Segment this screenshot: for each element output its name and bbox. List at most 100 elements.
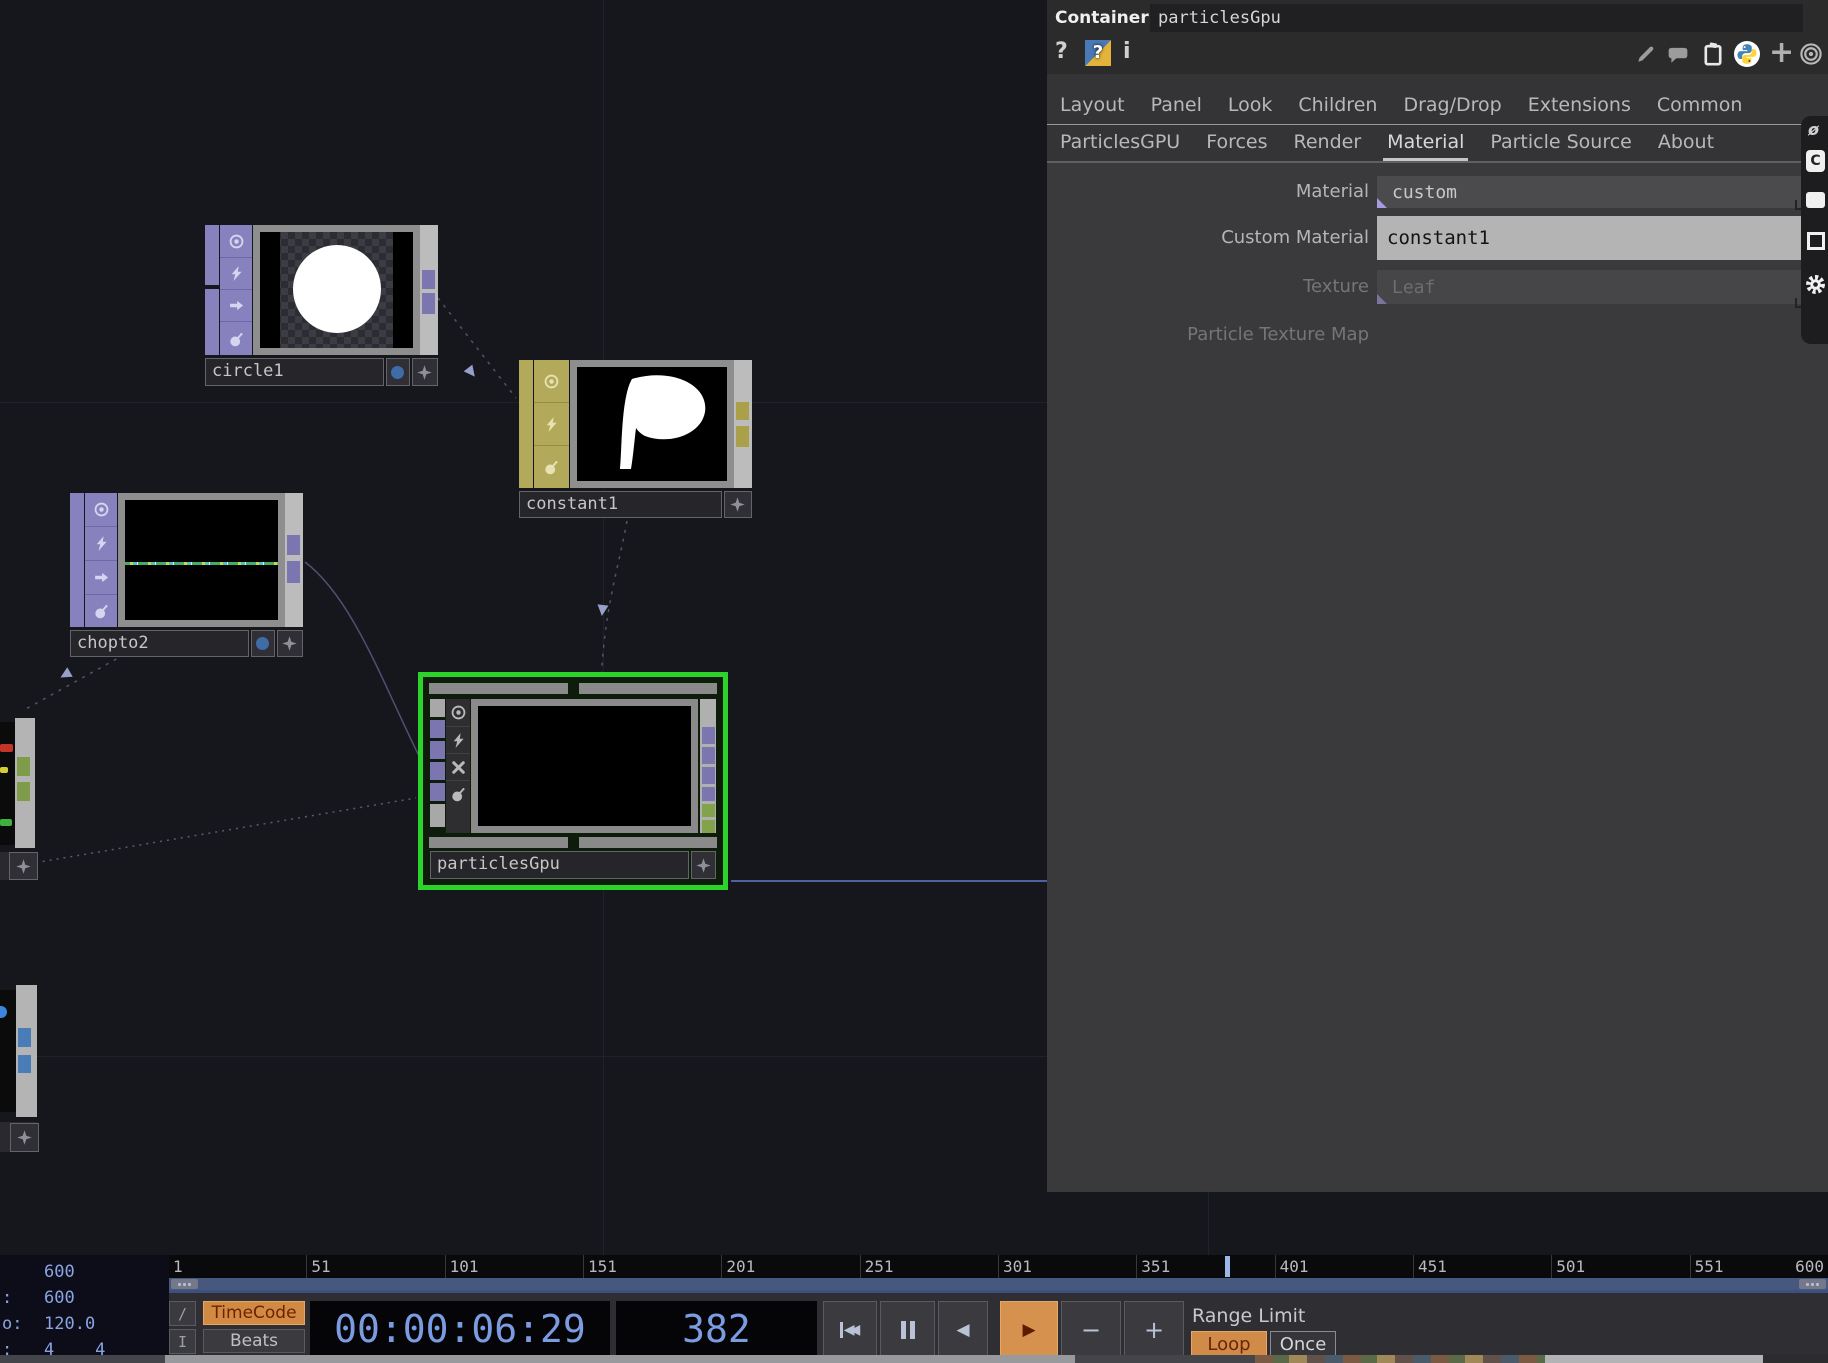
playhead[interactable] xyxy=(1225,1256,1230,1277)
outline-box-icon[interactable] xyxy=(1807,232,1825,250)
node-particlesGpu-selected[interactable]: particlesGpu xyxy=(418,672,728,890)
material-menu[interactable]: custom xyxy=(1377,176,1807,208)
viewer-flag-icon[interactable] xyxy=(534,360,569,403)
tab-look[interactable]: Look xyxy=(1228,94,1273,124)
target-icon[interactable] xyxy=(1799,42,1823,66)
node-viewer xyxy=(118,493,285,627)
node-viewer xyxy=(570,360,734,488)
node-outputs[interactable] xyxy=(700,699,716,833)
node-chopto2[interactable]: chopto2 xyxy=(70,493,303,657)
cook-flag-icon[interactable] xyxy=(446,781,470,807)
viewer-flag-icon[interactable] xyxy=(446,699,470,727)
tab-particlesgpu[interactable]: ParticlesGPU xyxy=(1060,131,1180,161)
node-name[interactable]: chopto2 xyxy=(70,630,249,657)
bottom-edge-strip xyxy=(0,1355,1828,1363)
python-help-icon[interactable]: ? xyxy=(1085,40,1111,66)
node-outputs[interactable] xyxy=(16,985,37,1117)
node-outputs[interactable] xyxy=(734,360,752,488)
node-outputs[interactable] xyxy=(15,718,35,848)
comment-icon[interactable] xyxy=(1667,44,1689,66)
node-circle1[interactable]: circle1 xyxy=(205,225,438,386)
info-icon[interactable]: i xyxy=(1123,39,1131,64)
python-icon[interactable] xyxy=(1734,41,1760,67)
range-start-handle[interactable] xyxy=(171,1279,198,1289)
node-params-button[interactable] xyxy=(412,358,438,386)
tab-extensions[interactable]: Extensions xyxy=(1528,94,1631,124)
loop-button[interactable]: Loop xyxy=(1191,1331,1267,1358)
tab-material[interactable]: Material xyxy=(1387,131,1464,161)
timeline-range-end-value: :600 xyxy=(2,1288,75,1308)
texture-label: Texture xyxy=(1047,268,1369,306)
rewind-button[interactable]: ◀◀ xyxy=(823,1301,877,1358)
pause-button[interactable] xyxy=(880,1301,935,1358)
tab-children[interactable]: Children xyxy=(1298,94,1377,124)
material-blob-shape xyxy=(577,367,727,481)
tab-common[interactable]: Common xyxy=(1657,94,1743,124)
timecode-mode-button[interactable]: TimeCode xyxy=(203,1301,305,1325)
play-backward-button[interactable]: ◀ xyxy=(938,1301,988,1358)
copy-page-icon[interactable]: C xyxy=(1806,150,1825,172)
node-constant1[interactable]: constant1 xyxy=(519,360,752,518)
chop-scanline xyxy=(125,562,278,565)
side-toolbar: ø C xyxy=(1801,116,1828,344)
operator-name-field[interactable]: particlesGpu xyxy=(1150,4,1803,32)
node-display-toggle[interactable] xyxy=(251,630,274,657)
range-end-handle[interactable] xyxy=(1799,1279,1826,1289)
viewer-flag-icon[interactable] xyxy=(220,225,252,258)
tab-layout[interactable]: Layout xyxy=(1060,94,1125,124)
clone-flag-icon[interactable] xyxy=(220,290,252,322)
tab-particle-source[interactable]: Particle Source xyxy=(1490,131,1632,161)
bypass-flag-icon[interactable] xyxy=(534,403,569,446)
node-outputs[interactable] xyxy=(420,225,438,355)
custom-material-field[interactable]: constant1 xyxy=(1377,216,1807,260)
copy-parameters-icon[interactable] xyxy=(1701,41,1725,67)
bypass-flag-icon[interactable] xyxy=(446,727,470,754)
settings-gear-icon[interactable] xyxy=(1805,274,1826,295)
node-params-button[interactable] xyxy=(9,852,38,880)
crossout-flag-icon[interactable] xyxy=(446,754,470,781)
help-icon[interactable]: ? xyxy=(1055,39,1068,64)
beats-mode-button[interactable]: Beats xyxy=(203,1329,305,1353)
range-bar[interactable] xyxy=(169,1278,1828,1290)
particle-texture-map-label: Particle Texture Map xyxy=(1047,318,1369,352)
bypass-flag-icon[interactable] xyxy=(220,258,252,290)
timecode-display: 00:00:06:29 xyxy=(310,1301,610,1358)
once-button[interactable]: Once xyxy=(1270,1331,1336,1358)
node-name[interactable]: circle1 xyxy=(205,358,384,386)
add-icon[interactable]: + xyxy=(1769,35,1794,70)
tab-dragdrop[interactable]: Drag/Drop xyxy=(1403,94,1501,124)
node-params-button[interactable] xyxy=(724,491,752,518)
expression-icon[interactable]: ø xyxy=(1808,120,1819,139)
tab-render[interactable]: Render xyxy=(1294,131,1362,161)
play-forward-button[interactable]: ▶ xyxy=(1000,1301,1058,1358)
page-tab-bar: ParticlesGPU Forces Render Material Part… xyxy=(1047,125,1828,163)
node-inputs[interactable] xyxy=(430,699,445,833)
solid-box-icon[interactable] xyxy=(1806,192,1825,208)
slash-mode-button[interactable]: / xyxy=(169,1301,196,1326)
bypass-flag-icon[interactable] xyxy=(85,527,117,561)
node-params-button[interactable] xyxy=(691,851,716,879)
clone-flag-icon[interactable] xyxy=(85,561,117,595)
node-params-button[interactable] xyxy=(277,630,303,657)
tab-panel[interactable]: Panel xyxy=(1151,94,1202,124)
node-name[interactable]: particlesGpu xyxy=(430,851,689,879)
tab-about[interactable]: About xyxy=(1658,131,1714,161)
bar-mode-button[interactable]: I xyxy=(169,1329,196,1354)
node-params-button[interactable] xyxy=(10,1123,39,1152)
node-name[interactable]: constant1 xyxy=(519,491,722,518)
texture-menu[interactable]: Leaf xyxy=(1377,270,1807,304)
frame-ruler[interactable]: 1 51 101 151 201 251 301 351 401 451 501… xyxy=(169,1255,1828,1278)
cook-flag-icon[interactable] xyxy=(85,595,117,628)
node-display-toggle[interactable] xyxy=(386,358,409,386)
step-back-button[interactable]: − xyxy=(1061,1301,1121,1358)
cook-flag-icon[interactable] xyxy=(220,322,252,356)
circle-shape xyxy=(293,245,381,333)
edit-icon[interactable] xyxy=(1635,43,1657,65)
viewer-flag-icon[interactable] xyxy=(85,493,117,527)
tab-forces[interactable]: Forces xyxy=(1206,131,1267,161)
node-outputs[interactable] xyxy=(285,493,303,627)
cook-flag-icon[interactable] xyxy=(534,446,569,488)
node-viewer xyxy=(253,225,420,355)
step-forward-button[interactable]: + xyxy=(1124,1301,1184,1358)
comp-bottom-bar xyxy=(579,837,717,848)
